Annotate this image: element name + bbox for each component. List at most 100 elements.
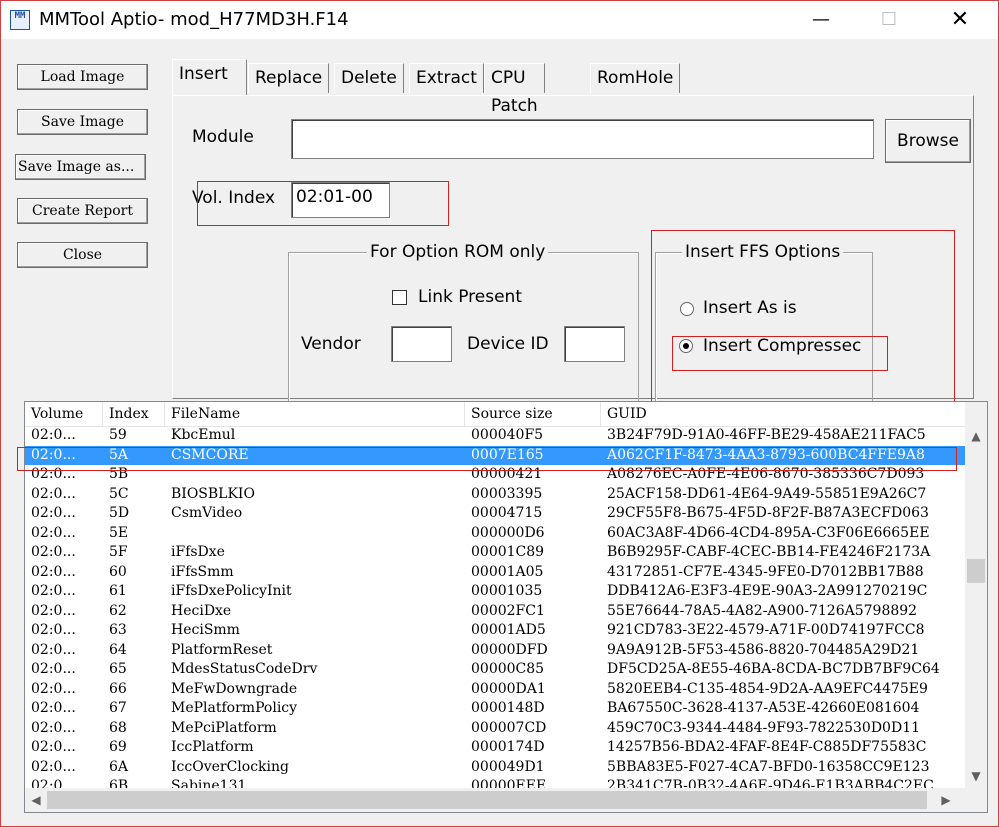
cell-source-size: 00000DFD xyxy=(471,641,548,658)
save-image-button[interactable]: Save Image xyxy=(17,109,148,135)
scroll-corner xyxy=(965,788,987,812)
cell-filename: iFfsSmm xyxy=(171,563,234,580)
cell-guid: 459C70C3-9344-4484-9F93-7822530D0D11 xyxy=(607,719,921,736)
cell-source-size: 0000148D xyxy=(471,700,545,716)
scroll-right-arrow-icon[interactable]: ▶ xyxy=(935,790,957,810)
cell-source-size: 00003395 xyxy=(471,485,543,502)
table-row[interactable]: 02:0... 65 MdesStatusCodeDrv 00000C85 DF5CD2… xyxy=(25,660,965,679)
vendor-input[interactable] xyxy=(391,326,452,362)
cell-source-size: 00004715 xyxy=(471,505,543,521)
cell-guid: 5820EEB4-C135-4854-9D2A-AA9EFC4475E9 xyxy=(607,680,928,697)
scroll-down-arrow-icon[interactable]: ▼ xyxy=(965,766,987,786)
cell-source-size: 00001A05 xyxy=(471,563,544,580)
minimize-button[interactable]: — xyxy=(798,1,844,39)
tab-replace[interactable]: Replace xyxy=(248,63,330,93)
cell-index: 59 xyxy=(109,427,127,443)
cell-index: 5D xyxy=(109,505,130,521)
horizontal-scroll-thumb[interactable] xyxy=(47,791,927,809)
cell-volume: 02:0... xyxy=(31,719,76,736)
window-title: MMTool Aptio- mod_H77MD3H.F14 xyxy=(39,9,349,30)
device-id-input[interactable] xyxy=(564,326,625,362)
table-row[interactable]: 02:0... 61 iFfsDxePolicyInit 00001035 DDB412… xyxy=(25,582,965,601)
cell-guid: 29CF55F8-B675-4F5D-8F2F-B87A3ECFD063 xyxy=(607,505,929,521)
cell-index: 60 xyxy=(109,563,127,580)
cell-index: 62 xyxy=(109,602,127,619)
insert-as-is-radio[interactable] xyxy=(680,302,694,316)
cell-volume: 02:0... xyxy=(31,427,76,443)
title-bar[interactable]: MM MMTool Aptio- mod_H77MD3H.F14 — ☐ ✕ xyxy=(1,1,998,39)
cell-filename: BIOSBLKIO xyxy=(171,485,255,502)
tab-romhole[interactable]: RomHole xyxy=(590,63,681,93)
cell-filename: MdesStatusCodeDrv xyxy=(171,661,318,677)
cell-filename: MePlatformPolicy xyxy=(171,700,298,716)
close-window-button[interactable]: ✕ xyxy=(937,1,983,39)
col-index[interactable]: Index xyxy=(103,402,165,426)
col-filename[interactable]: FileName xyxy=(165,402,465,426)
table-row[interactable]: 02:0... 5A CSMCORE 0007E165 A062CF1F-8473-4A… xyxy=(25,445,965,465)
module-path-input[interactable] xyxy=(291,119,874,159)
cell-volume: 02:0... xyxy=(31,602,76,619)
create-report-button[interactable]: Create Report xyxy=(17,198,148,224)
table-row[interactable]: 02:0... 5F iFfsDxe 00001C89 B6B9295F-CABF-4C… xyxy=(25,543,965,562)
vol-index-input[interactable]: 02:01-00 xyxy=(291,182,390,218)
tab-cpu-patch[interactable]: CPU Patch xyxy=(484,63,545,116)
insert-compressed-radio[interactable] xyxy=(679,339,693,353)
cell-guid: DF5CD25A-8E55-46BA-8CDA-BC7DB7BF9C64 xyxy=(607,661,940,677)
table-row[interactable]: 02:0... 60 iFfsSmm 00001A05 43172851-CF7E-43… xyxy=(25,563,965,582)
cell-index: 6A xyxy=(109,758,129,775)
cell-volume: 02:0... xyxy=(31,563,76,580)
cell-guid: 3B24F79D-91A0-46FF-BE29-458AE211FAC5 xyxy=(607,427,926,443)
close-button[interactable]: Close xyxy=(17,242,148,268)
cell-guid: B6B9295F-CABF-4CEC-BB14-FE4246F2173A xyxy=(607,544,931,560)
cell-source-size: 00000C85 xyxy=(471,661,545,677)
col-volume[interactable]: Volume xyxy=(25,402,103,426)
table-row[interactable]: 02:0... 66 MeFwDowngrade 00000DA1 5820EEB4-C… xyxy=(25,680,965,699)
module-table[interactable]: Volume Index FileName Source size GUID 0… xyxy=(24,401,988,813)
scroll-left-arrow-icon[interactable]: ◀ xyxy=(25,790,47,810)
load-image-button[interactable]: Load Image xyxy=(17,64,148,90)
table-row[interactable]: 02:0... 5B 00000421 A08276EC-A0FE-4E06-8670… xyxy=(25,465,965,484)
cell-source-size: 00002FC1 xyxy=(471,602,545,619)
cell-volume: 02:0... xyxy=(31,680,76,697)
client-area: Load Image Save Image Save Image as... C… xyxy=(1,39,998,826)
maximize-button[interactable]: ☐ xyxy=(866,1,912,39)
cell-index: 5B xyxy=(109,466,129,482)
table-row[interactable]: 02:0... 59 KbcEmul 000040F5 3B24F79D-91A0-46… xyxy=(25,426,965,445)
horizontal-scrollbar[interactable]: ◀ ▶ xyxy=(25,788,965,812)
cell-guid: A062CF1F-8473-4AA3-8793-600BC4FFE9A8 xyxy=(607,446,925,463)
tab-delete[interactable]: Delete xyxy=(334,63,404,93)
table-row[interactable]: 02:0... 69 IccPlatform 0000174D 14257B56-BDA… xyxy=(25,738,965,757)
cell-volume: 02:0... xyxy=(31,583,76,599)
cell-index: 5E xyxy=(109,524,129,541)
link-present-checkbox[interactable] xyxy=(392,290,407,305)
vendor-label: Vendor xyxy=(301,334,361,354)
table-row[interactable]: 02:0... 62 HeciDxe 00002FC1 55E76644-78A5-4A… xyxy=(25,602,965,621)
cell-volume: 02:0... xyxy=(31,758,76,775)
save-image-as-button[interactable]: Save Image as... xyxy=(15,154,146,180)
table-row[interactable]: 02:0... 5E 000000D6 60AC3A8F-4D66-4CD4-895A… xyxy=(25,524,965,543)
tab-insert[interactable]: Insert xyxy=(172,59,247,95)
cell-volume: 02:0... xyxy=(31,622,76,638)
cell-guid: BA67550C-3628-4137-A53E-42660E081604 xyxy=(607,700,920,716)
browse-button[interactable]: Browse xyxy=(885,119,971,163)
table-row[interactable]: 02:0... 5C BIOSBLKIO 00003395 25ACF158-DD61-… xyxy=(25,485,965,504)
tab-extract[interactable]: Extract xyxy=(409,63,484,93)
device-id-label: Device ID xyxy=(467,334,549,354)
cell-filename: iFfsDxePolicyInit xyxy=(171,583,292,599)
table-row[interactable]: 02:0... 6A IccOverClocking 000049D1 5BBA83E5… xyxy=(25,758,965,777)
table-row[interactable]: 02:0... 64 PlatformReset 00000DFD 9A9A912B-5… xyxy=(25,641,965,660)
scroll-up-arrow-icon[interactable]: ▲ xyxy=(965,426,987,446)
cell-guid: 60AC3A8F-4D66-4CD4-895A-C3F06E6665EE xyxy=(607,524,930,541)
table-row[interactable]: 02:0... 5D CsmVideo 00004715 29CF55F8-B675-4… xyxy=(25,504,965,523)
table-row[interactable]: 02:0... 67 MePlatformPolicy 0000148D BA67550… xyxy=(25,699,965,718)
col-guid[interactable]: GUID xyxy=(601,402,965,426)
vertical-scrollbar[interactable]: ▲ ▼ xyxy=(965,402,987,788)
cell-source-size: 000040F5 xyxy=(471,427,544,443)
cell-filename: HeciDxe xyxy=(171,602,232,619)
cell-guid: 5BBA83E5-F027-4CA7-BFD0-16358CC9E123 xyxy=(607,758,930,775)
table-row[interactable]: 02:0... 63 HeciSmm 00001AD5 921CD783-3E22-45… xyxy=(25,621,965,640)
table-row[interactable]: 02:0... 68 MePciPlatform 000007CD 459C70C3-9… xyxy=(25,719,965,738)
vertical-scroll-thumb[interactable] xyxy=(967,559,985,583)
cell-source-size: 000049D1 xyxy=(471,758,545,775)
col-source-size[interactable]: Source size xyxy=(465,402,601,426)
